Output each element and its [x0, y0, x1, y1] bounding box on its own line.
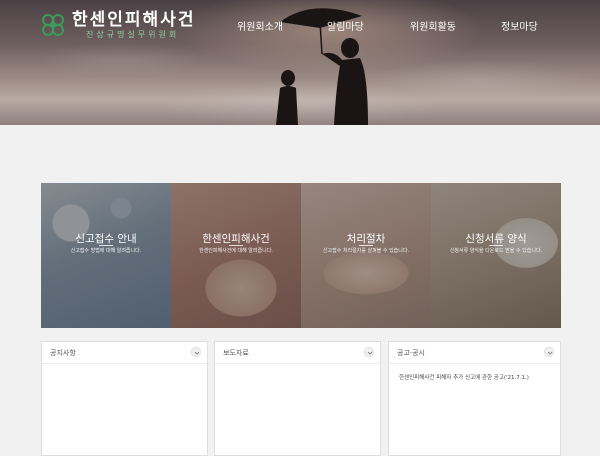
- chevron-down-icon[interactable]: [544, 347, 554, 357]
- tile-title: 처리절차: [346, 233, 386, 245]
- tile-description: 신고접수 방법에 대해 알려줍니다.: [70, 248, 142, 254]
- nav-item-info[interactable]: 정보마당: [501, 18, 538, 33]
- list-item[interactable]: 한센인피해사건 피해자 추가 신고에 관한 공고('21.7.1.): [399, 373, 529, 381]
- tile-description: 신청서류 양식을 다운로드 받을 수 있습니다.: [449, 248, 543, 254]
- board-notices: 공지사항: [41, 341, 208, 456]
- board-header: 공지사항: [42, 342, 207, 364]
- board-title[interactable]: 공고·공시: [397, 348, 425, 358]
- tile-process[interactable]: 처리절차 신고접수 처리절차를 살펴볼 수 있습니다.: [301, 183, 431, 328]
- board-title[interactable]: 보도자료: [223, 348, 249, 358]
- chevron-down-icon[interactable]: [364, 347, 374, 357]
- hero-banner: 한센인피해사건 진상규명실무위원회 위원회소개 알림마당 위원회활동 정보마당: [0, 0, 600, 125]
- tile-title: 신청서류 양식: [465, 233, 527, 245]
- nav-item-committee-activities[interactable]: 위원회활동: [410, 18, 456, 33]
- feature-tiles: 신고접수 안내 신고접수 방법에 대해 알려줍니다. 한센인피해사건 한센인피해…: [41, 183, 561, 328]
- tile-description: 신고접수 처리절차를 살펴볼 수 있습니다.: [322, 248, 410, 254]
- tile-application-forms[interactable]: 신청서류 양식 신청서류 양식을 다운로드 받을 수 있습니다.: [431, 183, 561, 328]
- board-title[interactable]: 공지사항: [50, 348, 76, 358]
- nav-item-committee-intro[interactable]: 위원회소개: [237, 18, 283, 33]
- nav-item-notices[interactable]: 알림마당: [327, 18, 364, 33]
- tile-title: 한센인피해사건: [202, 233, 270, 245]
- board-panels: 공지사항 보도자료 공고·공시 한센인피해사건 피해자 추가 신고에 관한 공고…: [41, 341, 561, 456]
- board-press-releases: 보도자료: [214, 341, 381, 456]
- board-announcements: 공고·공시 한센인피해사건 피해자 추가 신고에 관한 공고('21.7.1.): [388, 341, 561, 456]
- board-header: 공고·공시: [389, 342, 560, 364]
- tile-report-guide[interactable]: 신고접수 안내 신고접수 방법에 대해 알려줍니다.: [41, 183, 171, 328]
- tile-title: 신고접수 안내: [75, 233, 137, 245]
- main-nav: 위원회소개 알림마당 위원회활동 정보마당: [0, 18, 600, 34]
- tile-description: 한센인피해사건에 대해 알려줍니다.: [199, 248, 273, 254]
- board-header: 보도자료: [215, 342, 380, 364]
- tile-hansen-case[interactable]: 한센인피해사건 한센인피해사건에 대해 알려줍니다.: [171, 183, 301, 328]
- chevron-down-icon[interactable]: [191, 347, 201, 357]
